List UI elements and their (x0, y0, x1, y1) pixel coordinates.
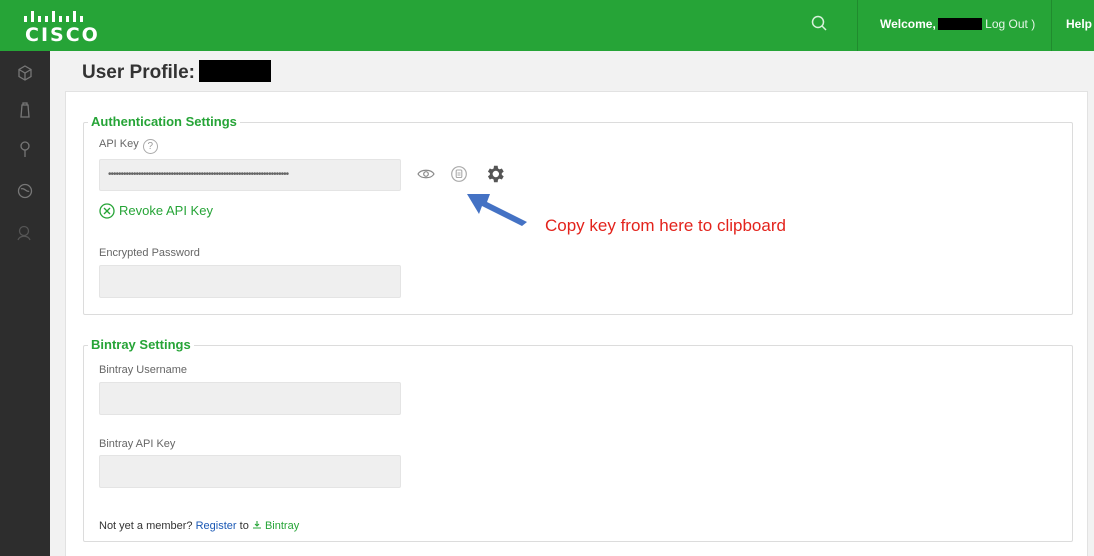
sidebar (0, 51, 50, 556)
welcome-text: Welcome, Log Out ) (880, 17, 1035, 31)
build-icon[interactable] (15, 139, 35, 159)
eye-icon[interactable] (417, 167, 435, 181)
api-key-field[interactable]: ••••••••••••••••••••••••••••••••••••••••… (99, 159, 401, 191)
encrypted-password-label: Encrypted Password (99, 247, 200, 259)
bintray-label: Bintray (264, 520, 300, 532)
distribution-icon[interactable] (15, 181, 35, 201)
package-icon[interactable] (15, 63, 35, 83)
help-link[interactable]: Help (1066, 17, 1092, 31)
search-icon[interactable] (808, 12, 832, 36)
bintray-icon (252, 521, 261, 529)
admin-icon[interactable] (15, 223, 35, 243)
register-link[interactable]: Register (196, 520, 237, 532)
logo-text: CISCO (25, 24, 100, 46)
annotation-arrow-icon (467, 194, 527, 226)
api-key-label-row: API Key? (99, 138, 158, 154)
cisco-logo[interactable]: CISCO (22, 6, 112, 48)
bintray-username-label: Bintray Username (99, 364, 188, 376)
copy-to-clipboard-icon[interactable] (450, 165, 468, 183)
encrypted-password-field[interactable] (99, 265, 401, 298)
welcome-label: Welcome, (880, 17, 936, 31)
help-circle-icon[interactable]: ? (142, 139, 158, 154)
register-line: Not yet a member? Register to Bintray (99, 520, 299, 532)
redacted-username (937, 18, 982, 30)
revoke-api-key-button[interactable]: Revoke API Key (99, 203, 213, 219)
main-content: User Profile: Authentication Settings AP… (50, 51, 1094, 556)
header-divider (1051, 0, 1052, 51)
redacted-profile-name (198, 60, 271, 82)
top-bar: CISCO Welcome, Log Out ) Help (0, 0, 1094, 51)
bintray-settings-section: Bintray Settings Bintray Username Bintra… (83, 337, 1073, 542)
profile-panel: Authentication Settings API Key? •••••••… (65, 91, 1088, 556)
not-member-text: Not yet a member? (99, 520, 193, 532)
page-title: User Profile: (82, 60, 271, 84)
close-circle-icon (99, 203, 115, 219)
api-key-label: API Key (99, 138, 139, 150)
header-divider (857, 0, 858, 51)
bintray-username-field[interactable] (99, 382, 401, 415)
logout-link[interactable]: Log Out ) (985, 17, 1035, 31)
page-title-label: User Profile: (82, 62, 195, 83)
bintray-link[interactable]: Bintray (252, 520, 299, 532)
artifact-icon[interactable] (15, 101, 35, 121)
revoke-api-key-label: Revoke API Key (119, 203, 213, 218)
bintray-api-key-label: Bintray API Key (99, 438, 176, 450)
annotation-text: Copy key from here to clipboard (545, 216, 786, 235)
bintray-api-key-field[interactable] (99, 455, 401, 488)
bintray-settings-legend: Bintray Settings (88, 337, 194, 352)
authentication-settings-legend: Authentication Settings (88, 114, 240, 129)
to-text: to (239, 520, 249, 532)
gear-icon[interactable] (484, 163, 506, 185)
cisco-bars-icon (24, 11, 83, 22)
